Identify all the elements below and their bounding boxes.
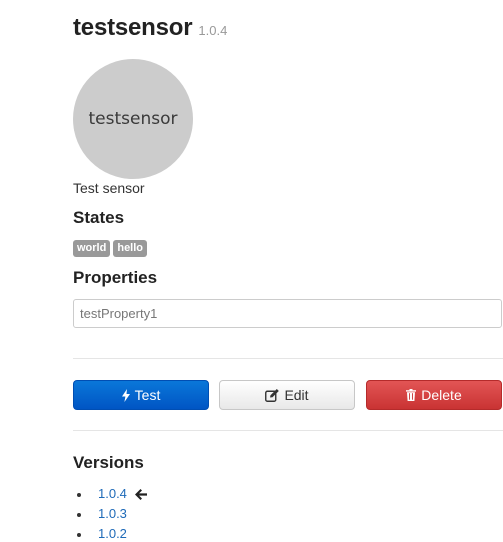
state-badge: world	[73, 240, 111, 257]
properties-heading: Properties	[73, 268, 158, 287]
property-field[interactable]	[73, 299, 502, 328]
version-item: 1.0.3	[77, 504, 147, 524]
state-badge: hello	[113, 240, 148, 257]
versions-list: 1.0.4 1.0.3 1.0.2	[77, 484, 147, 542]
divider	[73, 358, 503, 359]
page-title: testsensor	[73, 14, 193, 41]
arrow-left-icon	[134, 489, 147, 501]
states-list: world hello	[73, 240, 148, 257]
page-header: testsensor 1.0.4	[73, 14, 227, 42]
version-link[interactable]: 1.0.2	[98, 526, 127, 541]
sensor-description: Test sensor	[73, 180, 145, 196]
version-link[interactable]: 1.0.3	[98, 506, 127, 521]
delete-button-label: Delete	[421, 387, 462, 403]
edit-icon	[265, 388, 280, 402]
version-link[interactable]: 1.0.4	[98, 486, 127, 501]
delete-button[interactable]: Delete	[366, 380, 502, 410]
test-button-label: Test	[134, 387, 161, 403]
test-button[interactable]: Test	[73, 380, 209, 410]
edit-button-label: Edit	[284, 387, 309, 403]
edit-button[interactable]: Edit	[219, 380, 355, 410]
version-item: 1.0.2	[77, 524, 147, 542]
bolt-icon	[121, 388, 130, 402]
states-heading: States	[73, 208, 125, 227]
divider	[73, 430, 503, 431]
version-item: 1.0.4	[77, 484, 147, 504]
sensor-detail-page: testsensor 1.0.4 testsensor Test sensor …	[0, 0, 503, 542]
trash-icon	[406, 389, 417, 401]
avatar-text: testsensor	[88, 109, 178, 129]
avatar: testsensor	[73, 59, 193, 179]
version-tag: 1.0.4	[198, 23, 228, 38]
versions-heading: Versions	[73, 453, 144, 472]
